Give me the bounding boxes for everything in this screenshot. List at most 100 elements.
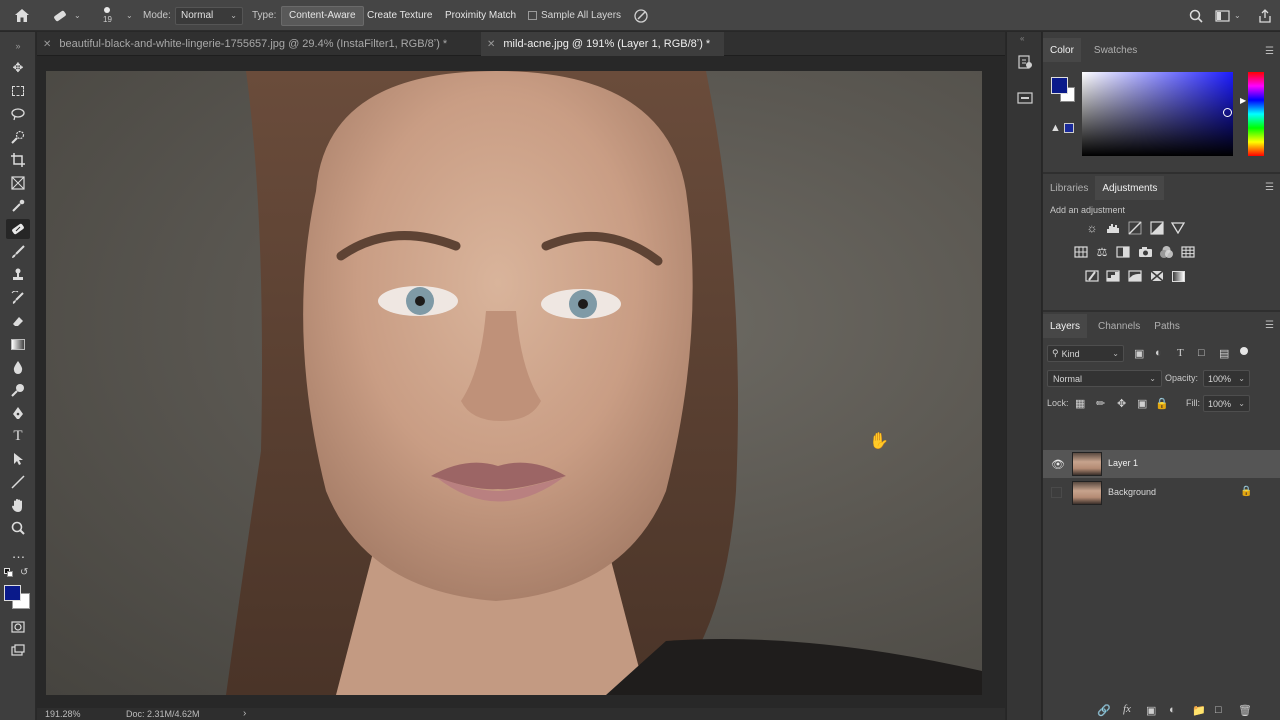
- blend-mode-select[interactable]: Normal ⌄: [1047, 370, 1162, 387]
- exposure-icon[interactable]: [1149, 220, 1165, 236]
- clone-stamp-tool-icon[interactable]: [6, 265, 30, 285]
- tab-color[interactable]: Color: [1043, 38, 1081, 62]
- filter-pixel-icon[interactable]: ▣: [1134, 347, 1144, 360]
- quick-selection-tool-icon[interactable]: [6, 127, 30, 147]
- opacity-field[interactable]: 100% ⌄: [1203, 370, 1250, 387]
- add-mask-icon[interactable]: ▣: [1146, 704, 1156, 717]
- type-tool-icon[interactable]: T: [6, 426, 30, 446]
- gradient-tool-icon[interactable]: [6, 334, 30, 354]
- filter-toggle-icon[interactable]: [1240, 347, 1248, 355]
- new-group-icon[interactable]: 📁: [1192, 704, 1206, 717]
- layer-row-layer-1[interactable]: 👁 Layer 1: [1043, 450, 1280, 478]
- eraser-tool-icon[interactable]: [6, 311, 30, 331]
- close-icon[interactable]: ✕: [487, 39, 495, 50]
- collapse-panels-icon[interactable]: «: [1020, 34, 1024, 43]
- gamut-warning-icon[interactable]: ▲: [1050, 122, 1061, 134]
- status-menu-arrow-icon[interactable]: ›: [243, 708, 246, 719]
- tab-channels[interactable]: Channels: [1091, 314, 1147, 338]
- filter-adjustment-icon[interactable]: ◐: [1155, 347, 1162, 359]
- new-layer-icon[interactable]: □: [1215, 704, 1222, 716]
- selective-color-icon[interactable]: [1149, 268, 1165, 284]
- dodge-tool-icon[interactable]: [6, 380, 30, 400]
- threshold-icon[interactable]: [1127, 268, 1143, 284]
- new-adjustment-layer-icon[interactable]: ◐: [1169, 704, 1176, 716]
- foreground-color-swatch[interactable]: [4, 585, 21, 601]
- layer-name[interactable]: Layer 1: [1108, 458, 1138, 468]
- checkbox-box[interactable]: [528, 11, 537, 20]
- tab-adjustments[interactable]: Adjustments: [1095, 176, 1165, 200]
- lock-artboard-icon[interactable]: ▣: [1137, 397, 1147, 410]
- chevron-down-icon[interactable]: ⌄: [126, 11, 133, 20]
- gamut-color-swatch[interactable]: [1064, 123, 1074, 133]
- posterize-icon[interactable]: [1105, 268, 1121, 284]
- brightness-contrast-icon[interactable]: ☼: [1084, 220, 1100, 236]
- workspace-icon[interactable]: ⌄: [1215, 0, 1241, 31]
- panel-menu-icon[interactable]: ☰: [1265, 46, 1274, 57]
- tab-libraries[interactable]: Libraries: [1043, 176, 1095, 200]
- lock-image-icon[interactable]: ✏: [1096, 397, 1105, 410]
- history-brush-tool-icon[interactable]: [6, 288, 30, 308]
- spot-healing-tool-preset-picker[interactable]: ⌄: [52, 0, 81, 31]
- color-picker-handle[interactable]: [1223, 108, 1232, 117]
- swap-colors-icon[interactable]: ↺: [20, 567, 28, 578]
- type-create-texture-button[interactable]: Create Texture: [360, 6, 439, 26]
- curves-icon[interactable]: [1127, 220, 1143, 236]
- color-lookup-icon[interactable]: [1180, 244, 1196, 260]
- collapse-toolbar-icon[interactable]: »: [6, 36, 30, 56]
- color-balance-icon[interactable]: ⚖: [1094, 244, 1110, 260]
- type-proximity-match-button[interactable]: Proximity Match: [438, 6, 523, 26]
- channel-mixer-icon[interactable]: [1158, 244, 1174, 260]
- fill-field[interactable]: 100% ⌄: [1203, 395, 1250, 412]
- tab-paths[interactable]: Paths: [1147, 314, 1187, 338]
- black-white-icon[interactable]: [1115, 244, 1131, 260]
- marquee-tool-icon[interactable]: [6, 81, 30, 101]
- lasso-tool-icon[interactable]: [6, 104, 30, 124]
- portrait-photo[interactable]: ✋: [46, 71, 982, 695]
- invert-icon[interactable]: [1084, 268, 1100, 284]
- canvas-area[interactable]: ✋: [37, 57, 1005, 708]
- layer-filter-select[interactable]: ⚲ Kind ⌄: [1047, 345, 1124, 362]
- panel-menu-icon[interactable]: ☰: [1265, 182, 1274, 193]
- brush-size-picker[interactable]: 19: [103, 0, 112, 31]
- gradient-map-icon[interactable]: [1170, 268, 1186, 284]
- delete-layer-icon[interactable]: 🗑: [1238, 704, 1252, 717]
- line-tool-icon[interactable]: [6, 472, 30, 492]
- quick-mask-icon[interactable]: [6, 617, 30, 637]
- visibility-toggle[interactable]: [1051, 487, 1062, 498]
- hue-slider[interactable]: [1248, 72, 1264, 156]
- brush-tool-icon[interactable]: [6, 242, 30, 262]
- layer-name[interactable]: Background: [1108, 487, 1156, 497]
- tab-mild-acne-document[interactable]: ✕ mild-acne.jpg @ 191% (Layer 1, RGB/8ʼ)…: [481, 32, 724, 56]
- photo-filter-icon[interactable]: [1137, 244, 1153, 260]
- layer-row-background[interactable]: Background 🔒: [1043, 479, 1280, 507]
- tab-swatches[interactable]: Swatches: [1087, 38, 1144, 62]
- search-icon[interactable]: [1189, 0, 1203, 31]
- filter-smart-object-icon[interactable]: ▤: [1219, 347, 1229, 360]
- foreground-color-swatch[interactable]: [1051, 77, 1068, 94]
- frame-tool-icon[interactable]: [6, 173, 30, 193]
- screen-mode-icon[interactable]: [6, 640, 30, 660]
- more-tools-icon[interactable]: …: [6, 543, 30, 563]
- vibrance-icon[interactable]: [1170, 220, 1186, 236]
- type-content-aware-button[interactable]: Content-Aware: [281, 5, 364, 26]
- move-tool-icon[interactable]: ✥: [6, 58, 30, 78]
- hue-saturation-icon[interactable]: [1073, 244, 1089, 260]
- default-colors-icon[interactable]: [4, 568, 14, 578]
- blur-tool-icon[interactable]: [6, 357, 30, 377]
- hand-tool-icon[interactable]: [6, 495, 30, 515]
- lock-position-icon[interactable]: ✥: [1117, 397, 1126, 410]
- close-icon[interactable]: ✕: [43, 39, 51, 50]
- spot-healing-brush-tool-icon[interactable]: [6, 219, 30, 239]
- tab-lingerie-document[interactable]: ✕ beautiful-black-and-white-lingerie-175…: [37, 32, 480, 56]
- tab-layers[interactable]: Layers: [1043, 314, 1088, 338]
- panel-menu-icon[interactable]: ☰: [1265, 320, 1274, 331]
- pen-tool-icon[interactable]: [6, 403, 30, 423]
- pressure-size-icon[interactable]: [633, 0, 649, 31]
- lock-transparent-icon[interactable]: ▦: [1075, 397, 1085, 410]
- filter-type-icon[interactable]: T: [1177, 347, 1184, 359]
- crop-tool-icon[interactable]: [6, 150, 30, 170]
- filter-shape-icon[interactable]: □: [1198, 347, 1205, 359]
- link-layers-icon[interactable]: 🔗: [1097, 704, 1111, 717]
- history-panel-icon[interactable]: [1017, 54, 1033, 73]
- eye-icon[interactable]: 👁: [1051, 458, 1065, 471]
